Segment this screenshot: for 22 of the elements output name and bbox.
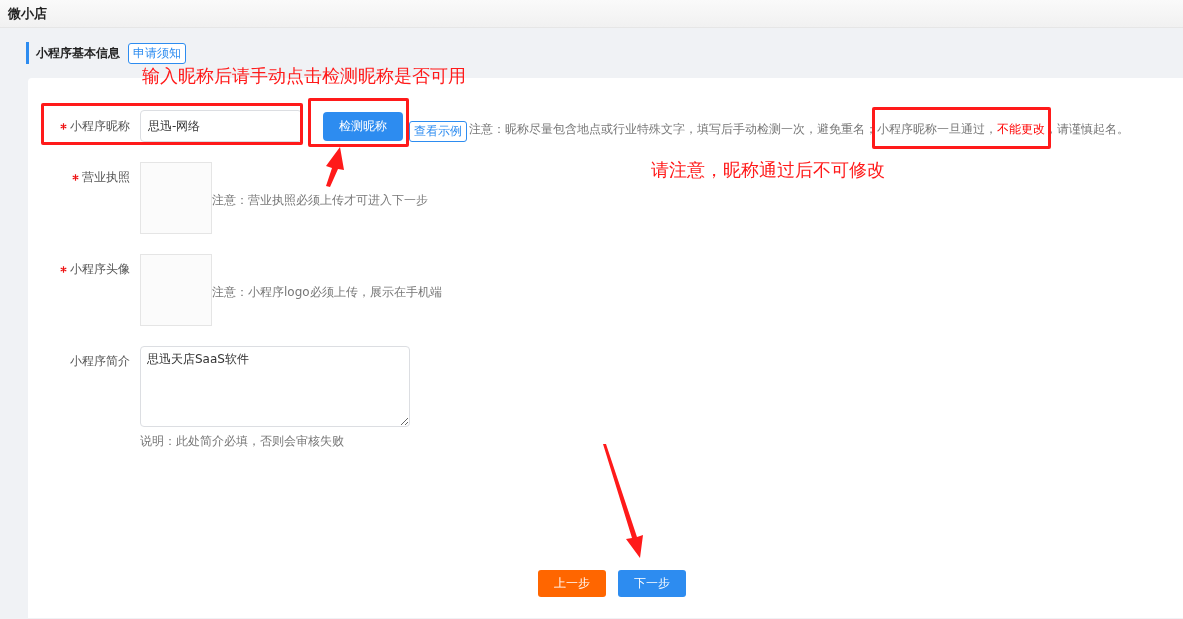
upload-note: 注意：小程序logo必须上传，展示在手机端 [212,283,442,301]
annotation-text: 请注意，昵称通过后不可修改 [651,158,885,182]
intro-hint: 说明：此处简介必填，否则会审核失败 [140,433,345,450]
field-label: 营业执照 [82,169,130,186]
upload-note: 注意：营业执照必须上传才可进入下一步 [212,191,428,209]
upload-box[interactable] [140,162,212,234]
prev-step-button[interactable]: 上一步 [538,570,606,597]
check-nickname-button[interactable]: 检测昵称 [323,111,403,141]
section-title: 小程序基本信息 [36,44,120,62]
annotation-text: 输入昵称后请手动点击检测昵称是否可用 [142,64,466,88]
app-title: 微小店 [8,4,47,23]
help-button[interactable]: 申请须知 [128,42,186,64]
field-label: 小程序简介 [70,353,130,370]
upload-box[interactable] [140,254,212,326]
intro-textarea[interactable]: 思迅天店SaaS软件 [140,346,410,427]
arrow-annotation [326,147,344,187]
next-step-button[interactable]: 下一步 [618,570,686,597]
nickname-note: 注意：昵称尽量包含地点或行业特殊文字，填写后手动检测一次，避免重名；小程序昵称一旦通过，不能更改，请谨慎起名。 [469,120,1129,138]
nickname-input[interactable]: 思迅-网络 [140,110,302,142]
view-example-button[interactable]: 查看示例 [409,120,467,142]
field-label: 小程序昵称 [70,117,130,135]
field-label: 小程序头像 [70,261,130,278]
